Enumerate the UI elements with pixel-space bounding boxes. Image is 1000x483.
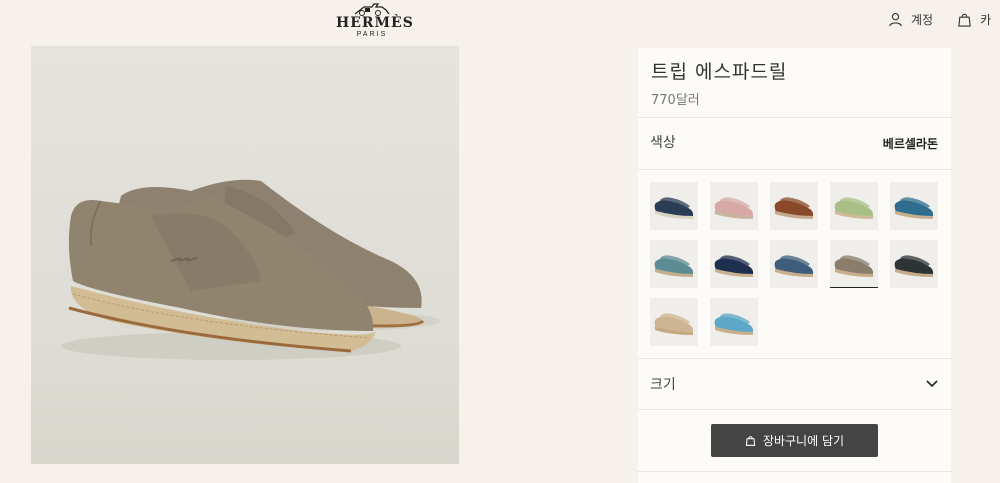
size-label: 크기: [650, 377, 676, 393]
color-swatch[interactable]: [650, 240, 698, 288]
cart-section: 장바구니에 담기: [638, 410, 951, 472]
product-info: 트립 에스파드릴 770달러: [638, 48, 951, 118]
selected-color: 베르셀라돈: [882, 137, 938, 151]
hermes-logo[interactable]: HERMÈS PARIS: [336, 2, 414, 42]
taupe-espadrille-icon: [834, 255, 874, 277]
color-swatch[interactable]: [650, 298, 698, 346]
charcoal-espadrille-icon: [894, 255, 934, 277]
user-icon: [889, 13, 902, 27]
size-selector[interactable]: 크기: [638, 358, 951, 410]
add-to-cart-label: 장바구니에 담기: [762, 434, 845, 448]
color-label: 색상: [650, 134, 676, 151]
navy-espadrille-icon: [714, 255, 754, 277]
color-swatch[interactable]: [770, 240, 818, 288]
color-swatch[interactable]: [830, 182, 878, 230]
account-label: 계정: [911, 13, 934, 27]
teal-espadrille-icon: [654, 255, 694, 277]
blue-espadrille-icon: [894, 197, 934, 219]
brand-city: PARIS: [356, 31, 388, 38]
color-swatch[interactable]: [710, 182, 758, 230]
sky-blue-espadrille-icon: [714, 313, 754, 335]
cart-label: 카: [980, 13, 992, 27]
espadrille-shoe-illustration: [61, 179, 441, 360]
carriage-logo-icon: [354, 3, 390, 16]
color-swatch[interactable]: [830, 240, 878, 288]
add-to-cart-button[interactable]: 장바구니에 담기: [711, 424, 878, 457]
denim-espadrille-icon: [774, 255, 814, 277]
product-title: 트립 에스파드릴: [651, 61, 788, 83]
color-swatch[interactable]: [890, 240, 938, 288]
product-price: 770달러: [651, 93, 700, 108]
color-swatch[interactable]: [710, 240, 758, 288]
product-image[interactable]: [31, 46, 459, 464]
color-swatch[interactable]: [650, 182, 698, 230]
product-panel: 트립 에스파드릴 770달러 색상 베르셀라돈 크기 장바구니에 담기: [638, 48, 951, 483]
green-espadrille-icon: [834, 197, 874, 219]
navy-white-espadrille-icon: [654, 197, 694, 219]
account-link[interactable]: 계정: [888, 11, 933, 28]
brand-name: HERMÈS: [336, 15, 414, 31]
shopping-bag-icon: [745, 436, 756, 446]
color-swatch[interactable]: [710, 298, 758, 346]
color-swatches: [638, 170, 951, 358]
header-nav: 계정 카: [888, 11, 991, 28]
beige-espadrille-icon: [654, 313, 694, 335]
color-section: 색상 베르셀라돈: [638, 118, 951, 170]
color-swatch[interactable]: [770, 182, 818, 230]
color-swatch[interactable]: [890, 182, 938, 230]
cart-link[interactable]: 카: [957, 11, 991, 28]
shopping-bag-icon: [958, 13, 971, 27]
brown-espadrille-icon: [774, 197, 814, 219]
chevron-down-icon: [926, 380, 938, 388]
pink-espadrille-icon: [714, 197, 754, 219]
